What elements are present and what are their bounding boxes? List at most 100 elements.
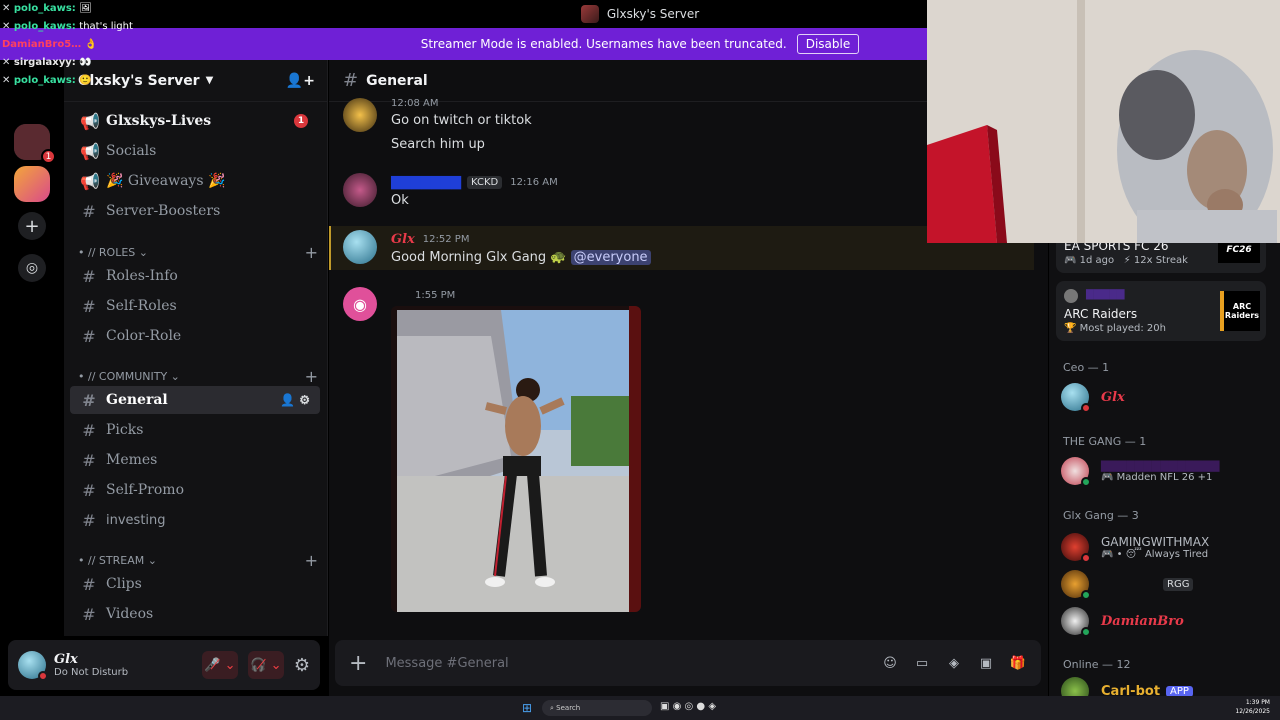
- add-channel-icon[interactable]: +: [305, 551, 318, 570]
- avatar[interactable]: [18, 651, 48, 681]
- activity-card-arc-raiders[interactable]: ▇▇▇▇▇ ARC Raiders 🏆 Most played: 20h ARC…: [1056, 281, 1266, 341]
- hash-icon: #: [82, 296, 96, 316]
- channel-videos[interactable]: # Videos: [70, 600, 320, 628]
- stream-chat-line: ✕ polo_kaws: 🙂: [2, 75, 92, 86]
- taskbar-apps-icon[interactable]: ▣ ◉ ◎ ● ◈: [660, 701, 716, 712]
- discover-icon[interactable]: ◎: [18, 254, 46, 282]
- member-list: EA SPORTS FC 26 🎮 1d ago ⚡ 12x Streak FC…: [1049, 243, 1280, 696]
- unread-badge: 1: [294, 114, 308, 128]
- avatar: [1061, 383, 1091, 413]
- sticker-icon[interactable]: ◈: [945, 656, 963, 671]
- member-carl-bot[interactable]: Carl-bot APP: [1061, 675, 1271, 696]
- taskbar-search[interactable]: ⌕ Search: [542, 700, 652, 716]
- channel-general[interactable]: # General 👤 ⚙: [70, 386, 320, 414]
- megaphone-icon: 📢: [80, 111, 100, 131]
- channel-giveaways[interactable]: 📢 🎉 Giveaways 🎉: [70, 167, 320, 195]
- category-roles[interactable]: • // ROLES ⌄ +: [78, 243, 318, 262]
- hash-icon: #: [82, 450, 96, 470]
- guild-tag: KCKD: [466, 176, 503, 189]
- channel-picks[interactable]: # Picks: [70, 416, 320, 444]
- channel-self-roles[interactable]: # Self-Roles: [70, 292, 320, 320]
- dnd-status-icon: [38, 671, 48, 681]
- message-composer[interactable]: + Message #General ☺ ▭ ◈ ▣ 🎁: [335, 640, 1041, 686]
- message-text: Search him up: [391, 137, 485, 152]
- member-name: Glx: [1101, 389, 1125, 405]
- message-avatar[interactable]: [343, 98, 377, 132]
- member-gamingwithmax[interactable]: GAMINGWITHMAX 🎮 • 😴 Always Tired: [1061, 531, 1271, 563]
- category-stream[interactable]: • // STREAM ⌄ +: [78, 551, 318, 570]
- emoji-icon[interactable]: ☺: [881, 656, 899, 671]
- activity-meta: 🏆 Most played: 20h: [1064, 323, 1166, 334]
- member-glx[interactable]: Glx: [1061, 381, 1271, 413]
- channel-self-promo[interactable]: # Self-Promo: [70, 476, 320, 504]
- hash-icon: #: [82, 604, 96, 624]
- disable-button[interactable]: Disable: [796, 34, 860, 54]
- member-activity: 🎮 • 😴 Always Tired: [1101, 548, 1209, 560]
- taskbar-clock: 1:39 PM 12/26/2025: [1235, 699, 1270, 715]
- add-channel-icon[interactable]: +: [305, 243, 318, 262]
- arc-raiders-logo: ARC Raiders: [1220, 291, 1260, 331]
- category-community[interactable]: • // COMMUNITY ⌄ +: [78, 367, 318, 386]
- stream-chat-line: DamianBro5… 👌: [2, 39, 98, 50]
- gif-icon[interactable]: ▭: [913, 656, 931, 671]
- channel-investing[interactable]: # investing: [70, 506, 320, 534]
- member-gang[interactable]: ▇▇▇▇▇▇▇▇▇▇▇▇▇▇ 🎮 Madden NFL 26 +1: [1061, 455, 1271, 487]
- channel-socials[interactable]: 📢 Socials: [70, 137, 320, 165]
- avatar: [1064, 289, 1078, 303]
- message-text: Go on twitch or tiktok: [391, 113, 532, 128]
- image-icon[interactable]: ▣: [977, 656, 995, 671]
- activity-title: ARC Raiders: [1064, 307, 1138, 321]
- channel-server-boosters[interactable]: # Server-Boosters: [70, 197, 320, 225]
- hash-icon: #: [82, 510, 96, 530]
- message-avatar[interactable]: [343, 230, 377, 264]
- add-channel-icon[interactable]: +: [305, 367, 318, 386]
- megaphone-icon: 📢: [80, 171, 100, 191]
- gear-icon[interactable]: ⚙: [294, 655, 310, 676]
- stream-chat-overlay: ✕ polo_kaws: 🖼 ✕ polo_kaws: that's light…: [2, 0, 133, 90]
- message-text: Ok: [391, 193, 409, 208]
- server-icon-3[interactable]: [14, 166, 50, 202]
- message-text: Good Morning Glx Gang 🐢 @everyone: [391, 250, 651, 265]
- avatar: [1061, 607, 1091, 637]
- hash-icon: #: [82, 574, 96, 594]
- add-attachment-icon[interactable]: +: [349, 651, 367, 676]
- message-time: 12:08 AM: [391, 98, 439, 109]
- member-section-label: Online — 12: [1063, 658, 1131, 671]
- activity-meta: 🎮 1d ago ⚡ 12x Streak: [1064, 255, 1188, 266]
- headset-deafened-icon[interactable]: 🎧̸ ⌄: [247, 651, 284, 679]
- server-icon: [580, 5, 599, 23]
- mic-muted-icon[interactable]: 🎤̸ ⌄: [201, 651, 238, 679]
- message-avatar[interactable]: [343, 173, 377, 207]
- message-username[interactable]: Glx: [391, 232, 415, 247]
- channel-roles-info[interactable]: # Roles-Info: [70, 262, 320, 290]
- message-header: ▇▇▇▇▇▇▇ KCKD 12:16 AM: [391, 175, 558, 190]
- windows-start-icon[interactable]: ⊞: [522, 701, 532, 715]
- discord-avatar-icon[interactable]: ◉: [343, 287, 377, 321]
- member-damianbro[interactable]: DamianBro: [1061, 605, 1271, 637]
- user-name: Glx: [54, 652, 78, 667]
- message-username[interactable]: ▇▇▇▇▇▇▇: [391, 175, 461, 190]
- channel-settings-icon[interactable]: 👤 ⚙: [280, 393, 310, 407]
- channel-memes[interactable]: # Memes: [70, 446, 320, 474]
- mention-everyone[interactable]: @everyone: [570, 250, 651, 265]
- channel-title: General: [366, 72, 428, 89]
- app-badge: APP: [1166, 685, 1193, 696]
- avatar: [1061, 457, 1091, 487]
- member-rgg[interactable]: RGG: [1061, 568, 1271, 600]
- member-section-label: Glx Gang — 3: [1063, 509, 1139, 522]
- unread-badge: 1: [41, 149, 56, 164]
- image-attachment[interactable]: [391, 306, 641, 612]
- channel-color-role[interactable]: # Color-Role: [70, 322, 320, 350]
- server-icon-glxsky[interactable]: 1: [14, 124, 56, 164]
- message-input[interactable]: Message #General: [385, 656, 508, 671]
- add-server-icon[interactable]: +: [18, 212, 46, 240]
- hash-icon: #: [82, 326, 96, 346]
- megaphone-icon: 📢: [80, 141, 100, 161]
- gift-icon[interactable]: 🎁: [1009, 656, 1027, 671]
- channel-glxskys-lives[interactable]: 📢 Glxskys-Lives 1: [70, 107, 320, 135]
- activity-card-fc26[interactable]: EA SPORTS FC 26 🎮 1d ago ⚡ 12x Streak FC…: [1056, 243, 1266, 273]
- online-status-icon: [1081, 477, 1091, 487]
- channel-clips[interactable]: # Clips: [70, 570, 320, 598]
- invite-people-icon[interactable]: 👤+: [286, 73, 315, 89]
- channel-sidebar: Glxsky's Server ▼ 👤+ 📢 Glxskys-Lives 1 📢…: [64, 60, 328, 636]
